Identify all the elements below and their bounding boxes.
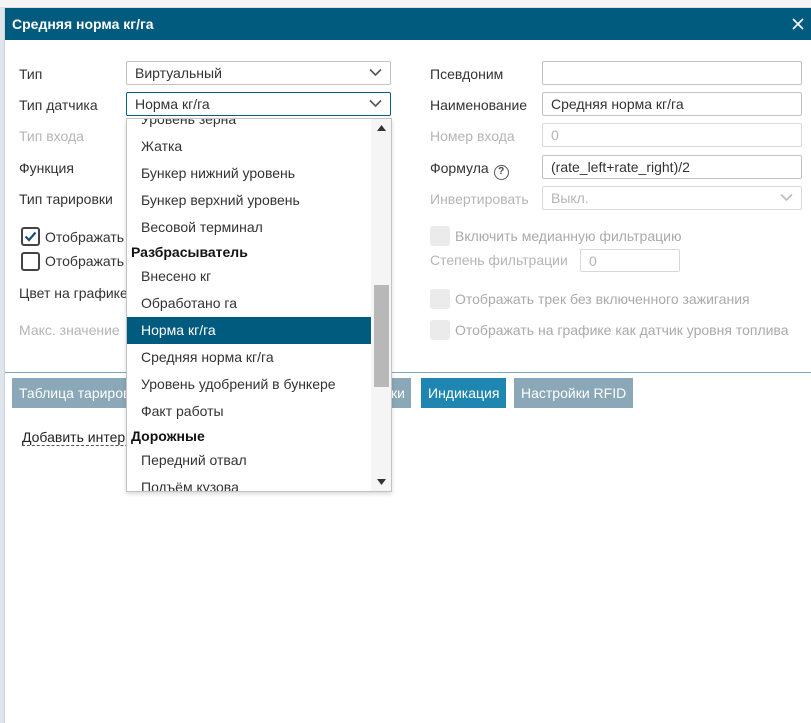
max-value-label: Макс. значение	[19, 322, 120, 338]
tab-rfid-settings[interactable]: Настройки RFID	[514, 378, 634, 408]
formula-label: Формула?	[430, 160, 509, 180]
type-select-value: Виртуальный	[135, 65, 222, 81]
formula-input[interactable]: (rate_left+rate_right)/2	[542, 155, 802, 179]
dropdown-option-selected[interactable]: Норма кг/га	[127, 317, 371, 344]
scroll-up-button[interactable]	[371, 119, 391, 137]
dropdown-option[interactable]: Передний отвал	[127, 447, 371, 474]
tab-indication[interactable]: Индикация	[421, 378, 507, 408]
invert-select[interactable]: Выкл.	[542, 186, 802, 210]
checkmark-icon	[24, 231, 37, 242]
dropdown-option[interactable]: Обработано га	[127, 290, 371, 317]
help-icon[interactable]: ?	[493, 165, 509, 180]
sensor-type-select-value: Норма кг/га	[135, 96, 210, 112]
dropdown-option[interactable]: Бункер верхний уровень	[127, 187, 371, 214]
dropdown-option[interactable]: Внесено кг	[127, 263, 371, 290]
dropdown-group-header: Дорожные	[131, 428, 205, 444]
input-number-value: 0	[551, 127, 559, 143]
sensor-type-label: Тип датчика	[19, 97, 98, 113]
chart-color-label: Цвет на графике	[19, 285, 128, 301]
close-icon	[792, 18, 804, 30]
dropdown-option[interactable]: Весовой терминал	[127, 214, 371, 241]
name-input[interactable]: Средняя норма кг/га	[542, 92, 802, 116]
sensor-dialog: Средняя норма кг/га Тип Виртуальный Тип …	[4, 8, 811, 723]
dropdown-option[interactable]: Бункер нижний уровень	[127, 160, 371, 187]
alias-label: Псевдоним	[430, 66, 504, 82]
input-type-label: Тип входа	[19, 128, 84, 144]
track-without-ignition-checkbox[interactable]	[430, 289, 450, 309]
invert-label: Инвертировать	[430, 191, 529, 207]
chevron-down-icon	[369, 68, 382, 77]
name-input-value: Средняя норма кг/га	[551, 96, 684, 112]
dropdown-option[interactable]: Факт работы	[127, 398, 371, 425]
filter-degree-label: Степень фильтрации	[430, 252, 568, 268]
dropdown-scrollbar[interactable]	[371, 119, 391, 491]
show-checkbox-1[interactable]	[21, 227, 40, 246]
type-label: Тип	[19, 66, 43, 82]
chevron-down-icon	[780, 193, 793, 202]
dropdown-option[interactable]: Подъём кузова	[127, 474, 371, 491]
sensor-type-dropdown[interactable]: Уровень зерна Жатка Бункер нижний уровень Б…	[126, 118, 392, 492]
invert-select-value: Выкл.	[551, 190, 589, 206]
dropdown-group-header: Разбрасыватель	[131, 244, 248, 260]
sensor-type-select[interactable]: Норма кг/га	[126, 92, 391, 116]
background-window-strip	[0, 0, 811, 8]
close-button[interactable]	[785, 8, 811, 40]
function-label: Функция	[19, 160, 74, 176]
type-select[interactable]: Виртуальный	[126, 61, 391, 85]
scroll-thumb[interactable]	[374, 285, 389, 387]
alias-input[interactable]	[542, 61, 802, 85]
dropdown-option[interactable]: Средняя норма кг/га	[127, 344, 371, 371]
track-without-ignition-label: Отображать трек без включенного зажигани…	[455, 291, 750, 307]
formula-label-text: Формула	[430, 160, 489, 176]
formula-input-value: (rate_left+rate_right)/2	[551, 159, 690, 175]
dialog-title: Средняя норма кг/га	[12, 16, 154, 32]
show-checkbox-1-label: Отображать	[45, 229, 125, 245]
fuel-level-chart-checkbox[interactable]	[430, 320, 450, 340]
median-filter-checkbox[interactable]	[430, 226, 450, 246]
dropdown-option[interactable]: Жатка	[127, 133, 371, 160]
show-checkbox-2-label: Отображать	[45, 253, 125, 269]
scroll-up-icon	[376, 125, 386, 131]
scroll-down-button[interactable]	[371, 473, 391, 491]
dialog-titlebar: Средняя норма кг/га	[5, 8, 811, 40]
calibration-type-label: Тип тарировки	[19, 191, 113, 207]
fuel-level-chart-label: Отображать на графике как датчик уровня …	[455, 322, 789, 338]
input-number-field[interactable]: 0	[542, 123, 802, 147]
name-label: Наименование	[430, 97, 528, 113]
median-filter-label: Включить медианную фильтрацию	[455, 228, 682, 244]
scroll-down-icon	[376, 479, 386, 485]
dropdown-option[interactable]: Уровень зерна	[127, 119, 371, 133]
dropdown-list: Уровень зерна Жатка Бункер нижний уровень Б…	[127, 119, 371, 491]
dropdown-option[interactable]: Уровень удобрений в бункере	[127, 371, 371, 398]
filter-degree-input[interactable]: 0	[580, 249, 680, 272]
input-number-label: Номер входа	[430, 128, 515, 144]
show-checkbox-2[interactable]	[21, 252, 40, 271]
filter-degree-value: 0	[589, 252, 597, 269]
chevron-down-icon	[369, 99, 382, 108]
